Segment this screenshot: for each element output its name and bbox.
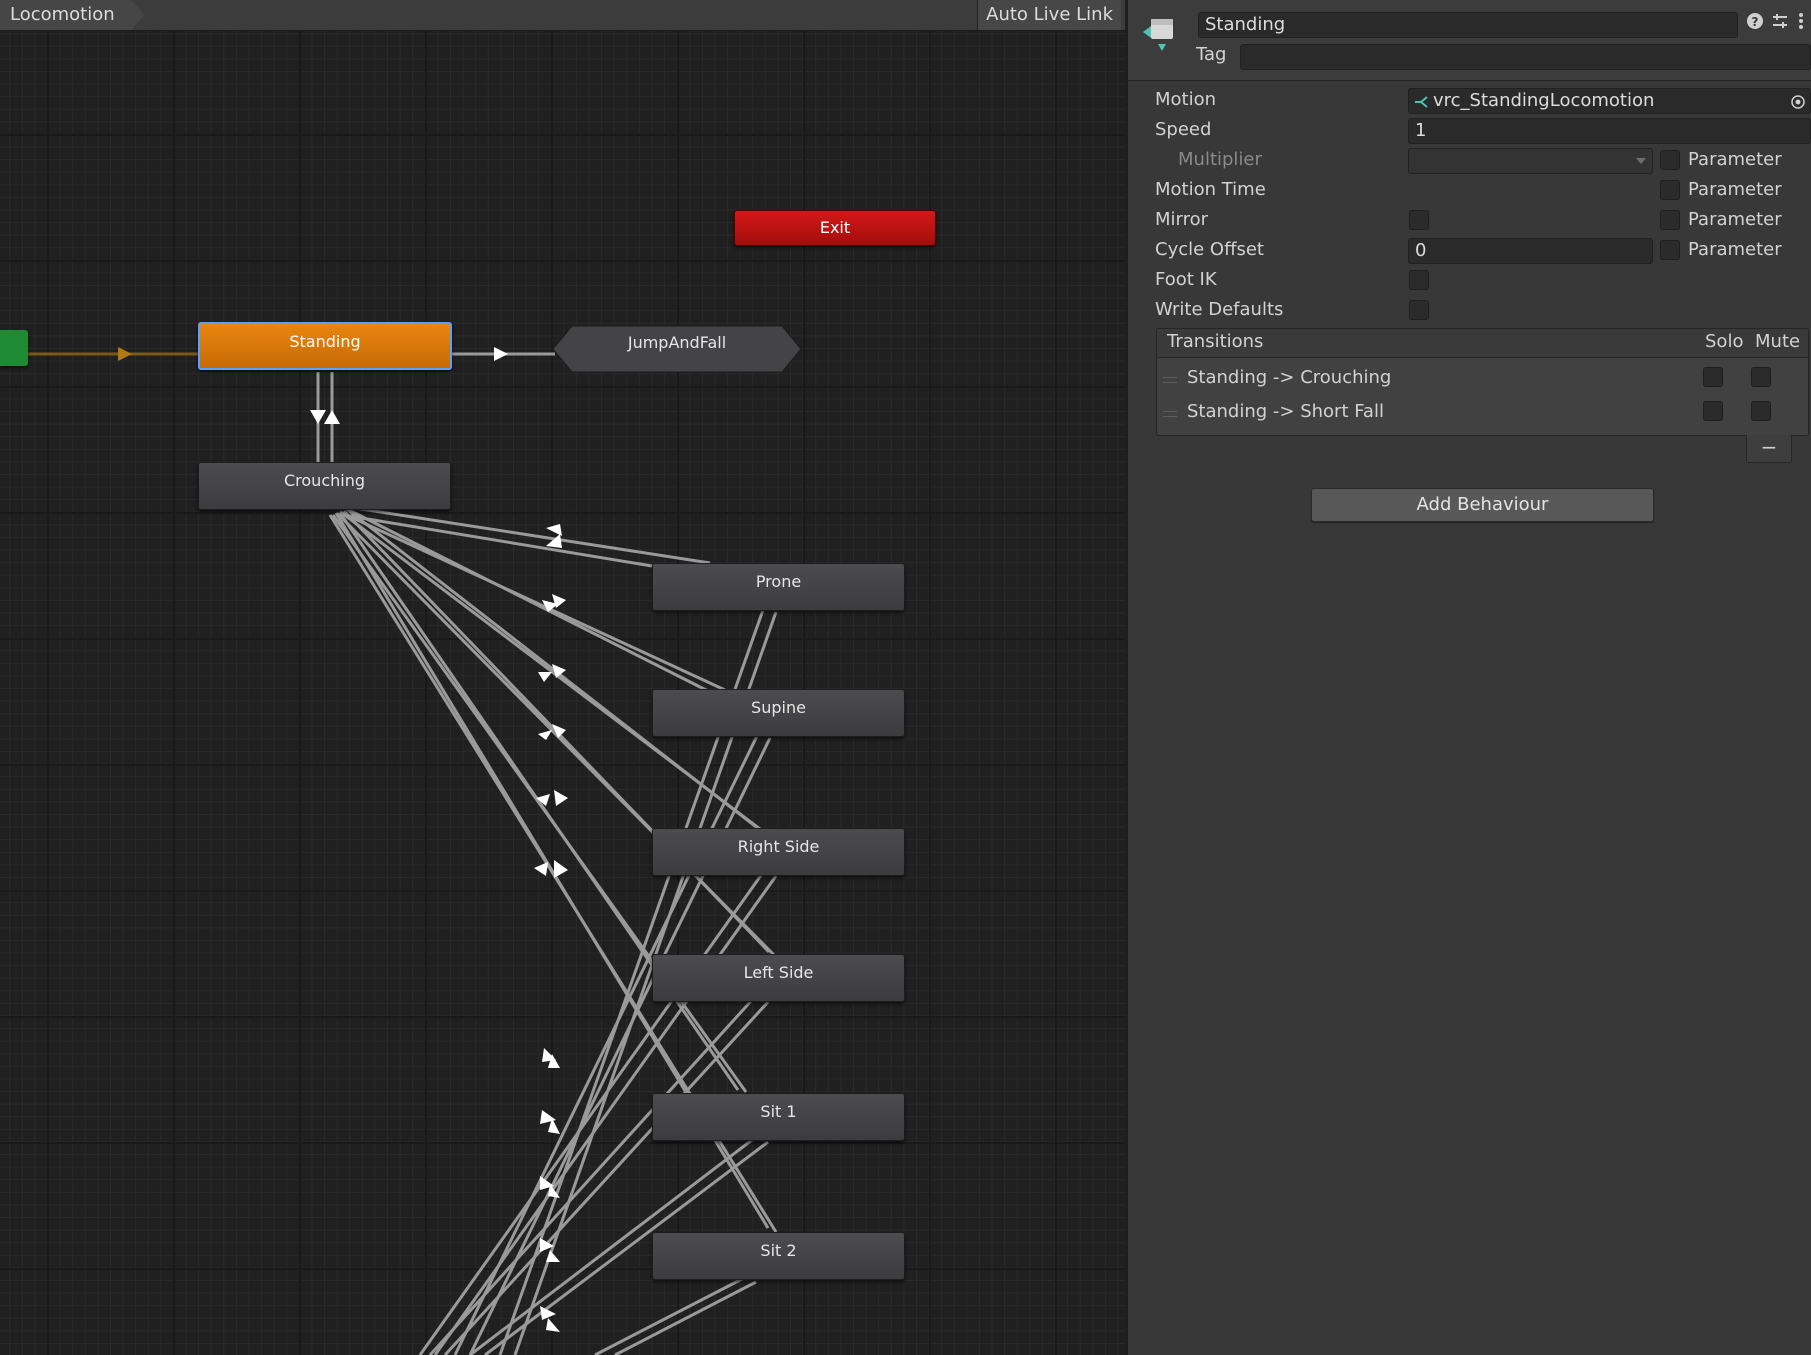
auto-live-link-button[interactable]: Auto Live Link: [977, 0, 1121, 30]
state-sit-1[interactable]: Sit 1: [652, 1093, 905, 1141]
speed-field[interactable]: 1: [1408, 118, 1811, 144]
motion-time-label: Motion Time: [1155, 179, 1266, 200]
state-supine[interactable]: Supine: [652, 689, 905, 737]
state-right-side-label: Right Side: [737, 837, 820, 856]
chevron-down-icon: [1636, 158, 1646, 164]
transition-mute-checkbox[interactable]: [1751, 401, 1771, 421]
state-prone[interactable]: Prone: [652, 563, 905, 611]
breadcrumb[interactable]: Locomotion: [0, 0, 145, 30]
state-left-side[interactable]: Left Side: [652, 954, 905, 1002]
cycle-offset-label: Cycle Offset: [1155, 239, 1264, 260]
cycle-offset-field[interactable]: 0: [1408, 238, 1653, 264]
help-icon[interactable]: ?: [1746, 12, 1764, 30]
transition-row[interactable]: Standing -> Short Fall: [1157, 397, 1808, 431]
drag-handle-icon[interactable]: [1163, 377, 1177, 383]
multiplier-parameter-checkbox[interactable]: [1660, 150, 1680, 170]
state-crouching[interactable]: Crouching: [198, 462, 451, 510]
motion-value: vrc_StandingLocomotion: [1433, 90, 1655, 111]
add-behaviour-button[interactable]: Add Behaviour: [1311, 488, 1654, 522]
transitions-title: Transitions: [1167, 331, 1264, 352]
state-sit-2-label: Sit 2: [760, 1241, 797, 1260]
mirror-parameter-checkbox[interactable]: [1660, 210, 1680, 230]
cycle-offset-parameter-label: Parameter: [1688, 239, 1782, 260]
state-jump-and-fall-label: JumpAndFall: [627, 333, 727, 352]
tag-field[interactable]: [1240, 44, 1811, 70]
tag-label: Tag: [1196, 44, 1227, 65]
state-crouching-label: Crouching: [283, 471, 365, 490]
state-jump-and-fall[interactable]: JumpAndFall: [552, 325, 802, 373]
write-defaults-checkbox[interactable]: [1409, 300, 1429, 320]
transition-mute-checkbox[interactable]: [1751, 367, 1771, 387]
solo-column-label: Solo: [1705, 331, 1744, 352]
speed-label: Speed: [1155, 119, 1212, 140]
object-picker-icon[interactable]: [1790, 94, 1806, 110]
state-name-field[interactable]: Standing: [1198, 12, 1738, 38]
mirror-parameter-label: Parameter: [1688, 209, 1782, 230]
motion-field[interactable]: vrc_StandingLocomotion: [1408, 88, 1811, 114]
svg-text:?: ?: [1752, 15, 1759, 29]
multiplier-parameter-label: Parameter: [1688, 149, 1782, 170]
write-defaults-label: Write Defaults: [1155, 299, 1284, 320]
transition-row[interactable]: Standing -> Crouching: [1157, 363, 1808, 397]
state-supine-label: Supine: [751, 698, 806, 717]
state-left-side-label: Left Side: [743, 963, 814, 982]
motion-time-parameter-checkbox[interactable]: [1660, 180, 1680, 200]
state-sit-2[interactable]: Sit 2: [652, 1232, 905, 1280]
multiplier-label: Multiplier: [1178, 149, 1262, 170]
transitions-header: Transitions Solo Mute: [1157, 329, 1808, 358]
graph-toolbar: Locomotion Auto Live Link: [0, 0, 1125, 31]
animator-graph[interactable]: Standing Exit JumpAndFall Crouching Pron…: [0, 0, 1125, 1355]
transition-solo-checkbox[interactable]: [1703, 401, 1723, 421]
state-right-side[interactable]: Right Side: [652, 828, 905, 876]
state-standing-label: Standing: [289, 332, 361, 351]
foot-ik-label: Foot IK: [1155, 269, 1217, 290]
transition-label: Standing -> Short Fall: [1187, 401, 1384, 422]
mirror-checkbox[interactable]: [1409, 210, 1429, 230]
cycle-offset-parameter-checkbox[interactable]: [1660, 240, 1680, 260]
multiplier-dropdown[interactable]: [1408, 148, 1653, 174]
transition-solo-checkbox[interactable]: [1703, 367, 1723, 387]
motion-label: Motion: [1155, 89, 1217, 110]
remove-transition-button[interactable]: −: [1746, 435, 1792, 463]
transition-links: [28, 347, 778, 1355]
inspector-panel: Standing ? Tag Motion vrc_StandingLocomo…: [1125, 0, 1811, 1355]
transition-label: Standing -> Crouching: [1187, 367, 1392, 388]
state-standing[interactable]: Standing: [198, 322, 452, 370]
transitions-list: Transitions Solo Mute Standing -> Crouch…: [1156, 328, 1809, 436]
state-exit-label: Exit: [819, 218, 851, 237]
more-options-icon[interactable]: [1797, 12, 1805, 30]
entry-state[interactable]: [0, 330, 28, 366]
state-prone-label: Prone: [755, 572, 802, 591]
drag-handle-icon[interactable]: [1163, 411, 1177, 417]
motion-time-parameter-label: Parameter: [1688, 179, 1782, 200]
blend-tree-icon: [1415, 96, 1428, 108]
animator-state-icon: [1143, 19, 1173, 51]
foot-ik-checkbox[interactable]: [1409, 270, 1429, 290]
state-sit-1-label: Sit 1: [760, 1102, 797, 1121]
preset-sliders-icon[interactable]: [1771, 12, 1789, 30]
inspector-header: Standing ? Tag: [1128, 0, 1811, 81]
mirror-label: Mirror: [1155, 209, 1209, 230]
mute-column-label: Mute: [1755, 331, 1801, 352]
state-exit[interactable]: Exit: [734, 210, 936, 246]
